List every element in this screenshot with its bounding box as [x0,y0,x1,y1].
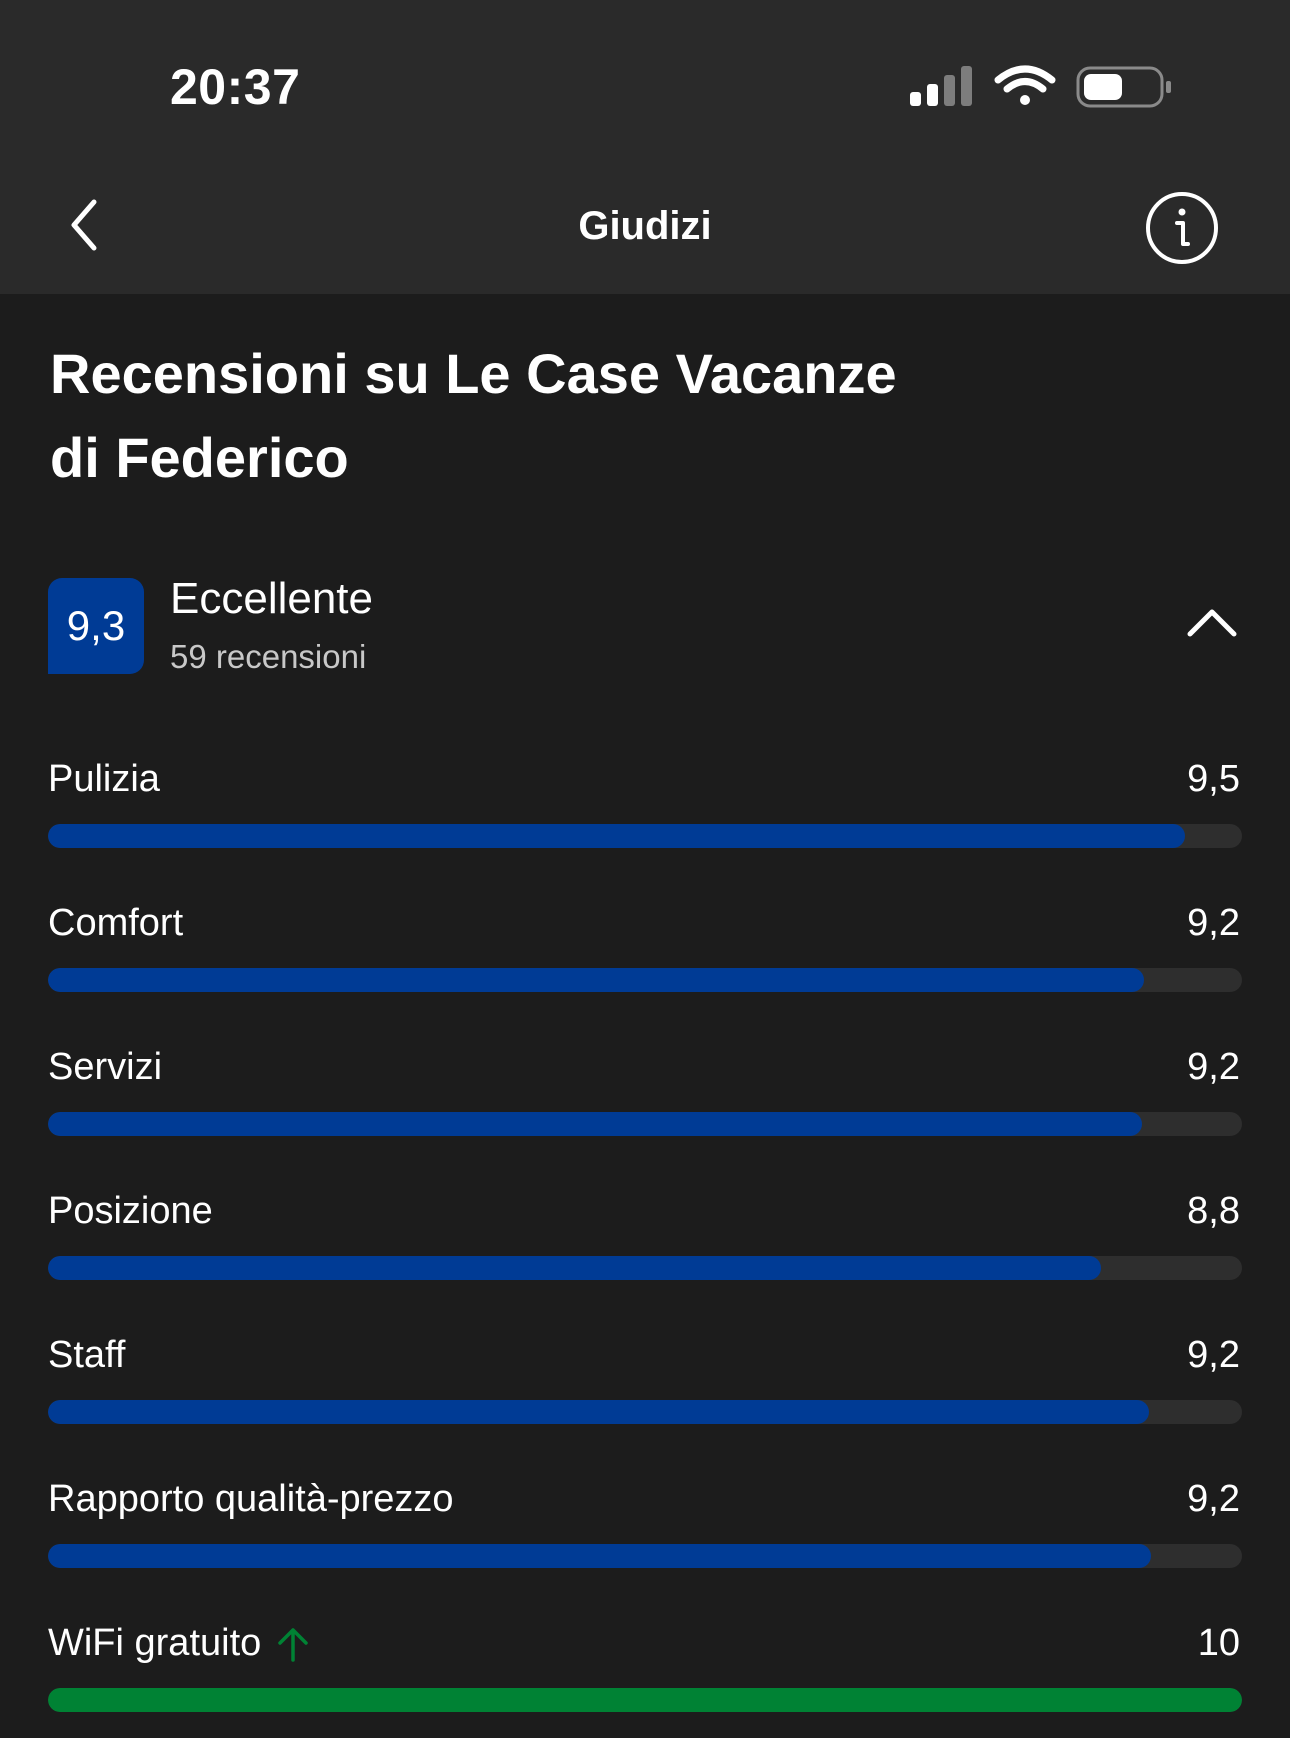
category-score: 9,2 [1187,1334,1240,1376]
score-bar-track [48,1256,1242,1280]
rating-summary[interactable]: 9,3 Eccellente 59 recensioni [48,574,1242,676]
page-title: Recensioni su Le Case Vacanze di Federic… [50,332,1150,500]
category-label-text: Servizi [48,1046,163,1088]
category-label-text: WiFi gratuito [48,1622,262,1664]
category-score: 9,5 [1187,758,1240,800]
info-button[interactable] [1144,190,1220,266]
battery-icon [1076,66,1171,108]
category-label: Servizi [48,1046,162,1089]
review-count: 59 recensioni [170,638,367,675]
category-label: Rapporto qualità-prezzo [48,1478,454,1521]
category-row: Servizi 9,2 [48,1046,1242,1146]
category-label-text: Comfort [48,902,184,944]
score-bar-track [48,1112,1242,1136]
rating-word: Eccellente [170,574,374,623]
category-row: WiFi gratuito 10 [48,1622,1242,1722]
category-row: Comfort 9,2 [48,902,1242,1002]
chevron-up-icon [1187,609,1237,637]
score-bar-track [48,824,1242,848]
category-score: 9,2 [1187,902,1240,944]
category-row: Posizione 8,8 [48,1190,1242,1290]
category-score: 9,2 [1187,1478,1240,1520]
navigation-bar: Giudizi [0,160,1290,294]
category-label: Staff [48,1334,125,1377]
status-indicators-icon [910,65,1171,108]
category-label-text: Posizione [48,1190,213,1232]
status-time: 20:37 [170,59,301,115]
category-row: Pulizia 9,5 [48,758,1242,858]
collapse-button[interactable] [1182,598,1242,648]
wifi-icon [994,65,1056,105]
category-label-text: Staff [48,1334,126,1376]
category-label: WiFi gratuito [48,1622,313,1665]
status-bar: 20:37 [0,0,1290,160]
score-bar-fill [48,1688,1242,1712]
score-bar-fill [48,1256,1102,1280]
category-score: 8,8 [1187,1190,1240,1232]
category-label-text: Pulizia [48,758,160,800]
status-icons [908,62,1178,112]
score-bar-track [48,1544,1242,1568]
category-score: 10 [1197,1622,1240,1664]
score-bar-track [48,1688,1242,1712]
score-badge: 9,3 [48,578,144,674]
score-bar-track [48,1400,1242,1424]
score-bar-fill [48,1544,1152,1568]
category-row: Staff 9,2 [48,1334,1242,1434]
page-title-line1: Recensioni su Le Case Vacanze [50,342,897,405]
category-label: Pulizia [48,758,160,801]
category-label: Comfort [48,902,183,945]
nav-title: Giudizi [578,204,712,248]
score-bar-track [48,968,1242,992]
score-bar-fill [48,1112,1142,1136]
page-title-line2: di Federico [50,426,349,489]
score-bar-fill [48,968,1145,992]
info-icon [1146,192,1218,264]
arrow-up-icon [278,1627,309,1662]
score-bar-fill [48,824,1185,848]
score-bar-fill [48,1400,1149,1424]
category-row: Rapporto qualità-prezzo 9,2 [48,1478,1242,1578]
cellular-signal-icon [910,66,972,106]
category-label: Posizione [48,1190,213,1233]
category-score: 9,2 [1187,1046,1240,1088]
category-label-text: Rapporto qualità-prezzo [48,1478,454,1520]
